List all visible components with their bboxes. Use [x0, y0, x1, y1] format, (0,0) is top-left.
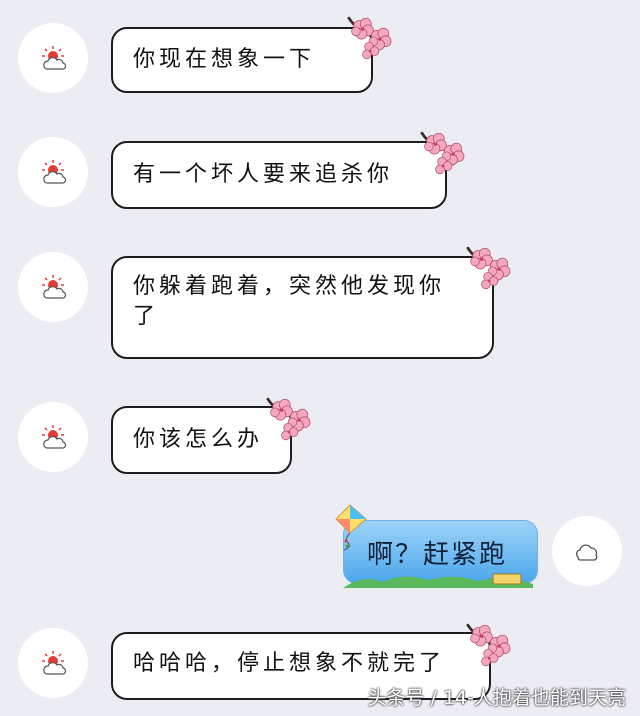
avatar[interactable] — [18, 628, 88, 698]
watermark: 头条号 / 14-人抱着也能到天亮 — [367, 687, 626, 709]
cloud-icon — [575, 544, 598, 561]
avatar[interactable] — [18, 252, 88, 322]
sun-cloud-icon — [41, 650, 67, 675]
message-text: 哈哈哈，停止想象不就完了 — [133, 651, 446, 676]
sun-cloud-icon — [41, 424, 67, 449]
flower-decoration — [465, 245, 512, 291]
message-bubble[interactable]: 有一个坏人要来追杀你 — [111, 141, 447, 209]
message-text: 你躲着跑着，突然他发现你 了 — [133, 274, 446, 329]
kite-icon — [335, 504, 367, 551]
avatar[interactable] — [18, 402, 88, 472]
sun-cloud-icon — [41, 45, 67, 70]
avatar[interactable] — [18, 23, 88, 93]
flower-decoration — [265, 396, 312, 442]
sun-cloud-icon — [41, 274, 67, 299]
avatar[interactable] — [18, 137, 88, 207]
message-bubble[interactable]: 你现在想象一下 — [111, 27, 373, 93]
message-text: 有一个坏人要来追杀你 — [133, 162, 394, 187]
grass-decoration — [343, 573, 533, 588]
flower-decoration — [465, 622, 512, 668]
message-text: 你该怎么办 — [133, 427, 264, 452]
message-text: 啊？赶紧跑 — [367, 539, 508, 570]
avatar[interactable] — [552, 516, 622, 586]
flower-decoration — [346, 15, 393, 61]
flower-decoration — [419, 130, 466, 176]
sun-cloud-icon — [41, 159, 67, 184]
message-text: 你现在想象一下 — [133, 47, 316, 72]
message-bubble[interactable]: 你躲着跑着，突然他发现你 了 — [111, 256, 494, 359]
